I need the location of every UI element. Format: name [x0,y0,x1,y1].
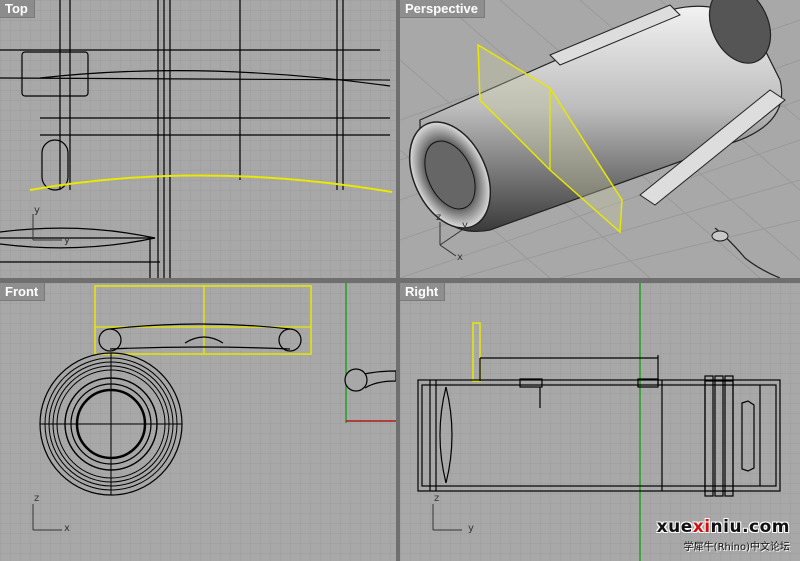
front-viewport-canvas [0,283,396,561]
viewport-front[interactable]: Front z x [0,283,396,561]
viewport-top[interactable]: Top y y [0,0,396,278]
axis-label-z: z [34,493,40,504]
axis-label-z: z [436,212,442,223]
axis-label-y: y [462,220,468,231]
axis-label-y: y [468,523,474,534]
watermark-site-prefix: xue [656,517,693,537]
viewport-title-right[interactable]: Right [400,283,446,301]
viewport-title-top[interactable]: Top [0,0,35,18]
viewport-perspective[interactable]: Perspective z y x [400,0,800,278]
watermark-subtitle: 学犀牛(Rhino)中文论坛 [683,542,790,553]
perspective-viewport-canvas [400,0,800,278]
watermark: xuexiniu.com 学犀牛(Rhino)中文论坛 [657,517,790,553]
axis-label-x: x [457,252,463,263]
axis-label-x: x [64,523,70,534]
axis-label-z: z [434,493,440,504]
top-viewport-canvas [0,0,396,278]
watermark-site-accent: xi [692,517,711,537]
axis-label-y: y [34,205,40,216]
watermark-site: xuexiniu.com [657,517,790,537]
viewport-title-perspective[interactable]: Perspective [400,0,485,18]
axis-label-y-secondary: y [64,235,70,246]
viewport-title-front[interactable]: Front [0,283,46,301]
watermark-site-suffix: niu.com [710,517,790,537]
